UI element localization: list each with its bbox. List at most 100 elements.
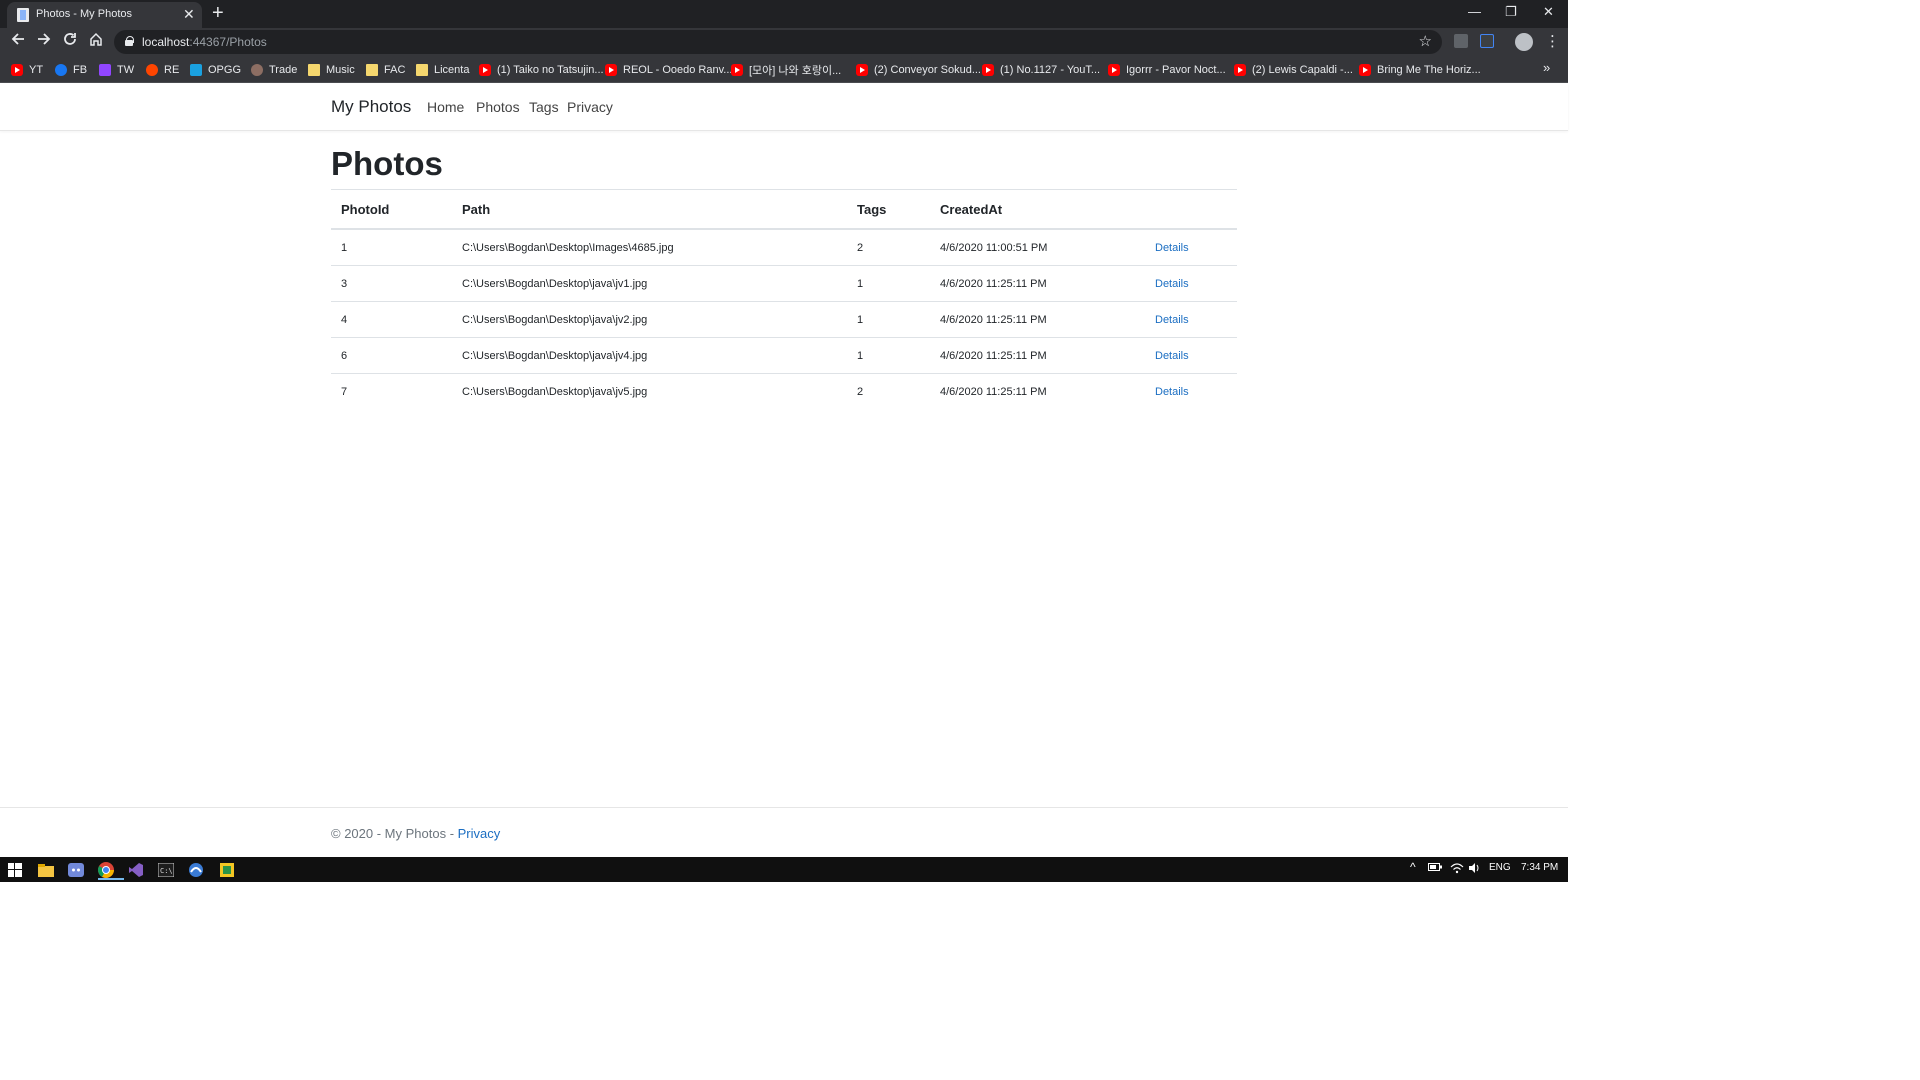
address-bar[interactable]: localhost:44367/Photos ☆: [114, 30, 1442, 54]
nav-link-privacy[interactable]: Privacy: [567, 99, 613, 115]
visual-studio-icon[interactable]: [126, 860, 146, 880]
extension-icon[interactable]: [1454, 34, 1468, 48]
terminal-icon[interactable]: C:\: [156, 860, 176, 880]
bookmark-item[interactable]: [모아] 나와 호랑이...: [731, 62, 841, 78]
bookmark-item[interactable]: (2) Lewis Capaldi -...: [1234, 62, 1353, 78]
svg-text:C:\: C:\: [160, 867, 173, 875]
cell-createdat: 4/6/2020 11:00:51 PM: [940, 242, 1048, 254]
photos-table: PhotoId Path Tags CreatedAt 1 C:\Users\B…: [331, 189, 1237, 410]
details-link[interactable]: Details: [1155, 314, 1189, 326]
battery-icon[interactable]: [1428, 862, 1442, 875]
bookmark-item[interactable]: (1) No.1127 - YouT...: [982, 62, 1100, 78]
table-header: PhotoId Path Tags CreatedAt: [331, 189, 1237, 230]
details-link[interactable]: Details: [1155, 386, 1189, 398]
trade-icon: [251, 64, 263, 76]
language-indicator[interactable]: ENG: [1489, 862, 1511, 873]
footer-privacy-link[interactable]: Privacy: [458, 826, 501, 841]
url-path: :44367/Photos: [189, 35, 267, 49]
details-link[interactable]: Details: [1155, 350, 1189, 362]
bookmark-item[interactable]: TW: [99, 62, 134, 78]
youtube-icon: [731, 64, 743, 76]
home-icon[interactable]: [85, 31, 107, 53]
cell-createdat: 4/6/2020 11:25:11 PM: [940, 386, 1047, 398]
wifi-icon[interactable]: [1450, 862, 1464, 877]
reddit-icon: [146, 64, 158, 76]
table-row: 1 C:\Users\Bogdan\Desktop\Images\4685.jp…: [331, 230, 1237, 266]
folder-icon: [366, 64, 378, 76]
file-explorer-icon[interactable]: [36, 860, 56, 880]
bookmark-item[interactable]: REOL - Ooedo Ranv...: [605, 62, 732, 78]
restore-button[interactable]: ❐: [1505, 2, 1517, 22]
tab-title: Photos - My Photos: [36, 8, 132, 20]
details-link[interactable]: Details: [1155, 278, 1189, 290]
bookmark-item[interactable]: Bring Me The Horiz...: [1359, 62, 1481, 78]
reload-icon[interactable]: [59, 31, 81, 53]
cell-tags: 2: [857, 242, 864, 254]
bookmark-folder[interactable]: Music: [308, 62, 355, 78]
table-row: 3 C:\Users\Bogdan\Desktop\java\jv1.jpg 1…: [331, 266, 1237, 302]
active-app-indicator: [98, 878, 124, 880]
tab-close-icon[interactable]: ✕: [183, 6, 195, 22]
bookmark-folder[interactable]: FAC: [366, 62, 405, 78]
cell-photoid: 1: [341, 242, 348, 254]
bookmark-item[interactable]: Igorrr - Pavor Noct...: [1108, 62, 1226, 78]
chrome-icon[interactable]: [96, 860, 124, 880]
cell-path: C:\Users\Bogdan\Desktop\java\jv2.jpg: [462, 314, 648, 326]
browser-toolbar: localhost:44367/Photos ☆ ⋮: [0, 28, 1568, 56]
close-window-button[interactable]: ✕: [1543, 2, 1554, 22]
copyright-text: © 2020 - My Photos -: [331, 826, 458, 841]
youtube-icon: [1359, 64, 1371, 76]
nav-link-photos[interactable]: Photos: [476, 99, 520, 115]
bookmarks-overflow-icon[interactable]: »: [1543, 60, 1550, 75]
bookmark-item[interactable]: OPGG: [190, 62, 241, 78]
bookmark-star-icon[interactable]: ☆: [1419, 32, 1432, 50]
clock-time[interactable]: 7:34 PM: [1521, 862, 1558, 873]
profile-avatar-icon[interactable]: [1515, 33, 1533, 51]
youtube-icon: [856, 64, 868, 76]
youtube-icon: [11, 64, 23, 76]
column-header-tags: Tags: [857, 202, 887, 217]
url-host: localhost: [142, 35, 190, 49]
brand-link[interactable]: My Photos: [331, 97, 411, 117]
nav-link-tags[interactable]: Tags: [529, 99, 559, 115]
menu-kebab-icon[interactable]: ⋮: [1545, 32, 1560, 52]
site-navbar: My Photos Home Photos Tags Privacy: [0, 84, 1568, 131]
url-text[interactable]: localhost:44367/Photos: [142, 35, 267, 49]
volume-icon[interactable]: [1468, 862, 1482, 877]
page-favicon-icon: [17, 8, 29, 22]
new-tab-button[interactable]: +: [212, 3, 224, 23]
windows-start-icon[interactable]: [5, 860, 25, 880]
bookmark-item[interactable]: YT: [11, 62, 43, 78]
back-arrow-icon[interactable]: [7, 31, 29, 53]
browser-tab[interactable]: Photos - My Photos ✕: [7, 2, 202, 28]
app-icon[interactable]: [186, 860, 206, 880]
opgg-icon: [190, 64, 202, 76]
discord-icon[interactable]: [66, 860, 86, 880]
extension-icon[interactable]: [1480, 34, 1494, 48]
folder-icon: [308, 64, 320, 76]
youtube-icon: [1108, 64, 1120, 76]
column-header-createdat: CreatedAt: [940, 202, 1003, 217]
forward-arrow-icon[interactable]: [33, 31, 55, 53]
bookmark-item[interactable]: FB: [55, 62, 87, 78]
bookmark-folder[interactable]: Licenta: [416, 62, 469, 78]
cell-path: C:\Users\Bogdan\Desktop\Images\4685.jpg: [462, 242, 674, 254]
cell-path: C:\Users\Bogdan\Desktop\java\jv5.jpg: [462, 386, 648, 398]
cell-path: C:\Users\Bogdan\Desktop\java\jv4.jpg: [462, 350, 648, 362]
bookmark-item[interactable]: Trade: [251, 62, 297, 78]
bookmark-item[interactable]: (1) Taiko no Tatsujin...: [479, 62, 604, 78]
details-link[interactable]: Details: [1155, 242, 1189, 254]
cell-path: C:\Users\Bogdan\Desktop\java\jv1.jpg: [462, 278, 648, 290]
column-header-path: Path: [462, 202, 491, 217]
app-icon[interactable]: [217, 860, 237, 880]
cell-tags: 2: [857, 386, 864, 398]
lock-icon[interactable]: [125, 36, 134, 46]
cell-createdat: 4/6/2020 11:25:11 PM: [940, 350, 1047, 362]
minimize-button[interactable]: —: [1468, 2, 1481, 22]
bookmarks-bar: YT FB TW RE OPGG Trade Music FAC Licenta…: [0, 56, 1568, 83]
site-footer: © 2020 - My Photos - Privacy: [0, 807, 1568, 857]
bookmark-item[interactable]: (2) Conveyor Sokud...: [856, 62, 981, 78]
bookmark-item[interactable]: RE: [146, 62, 179, 78]
nav-link-home[interactable]: Home: [427, 99, 464, 115]
tray-chevron-icon[interactable]: ^: [1410, 860, 1416, 874]
